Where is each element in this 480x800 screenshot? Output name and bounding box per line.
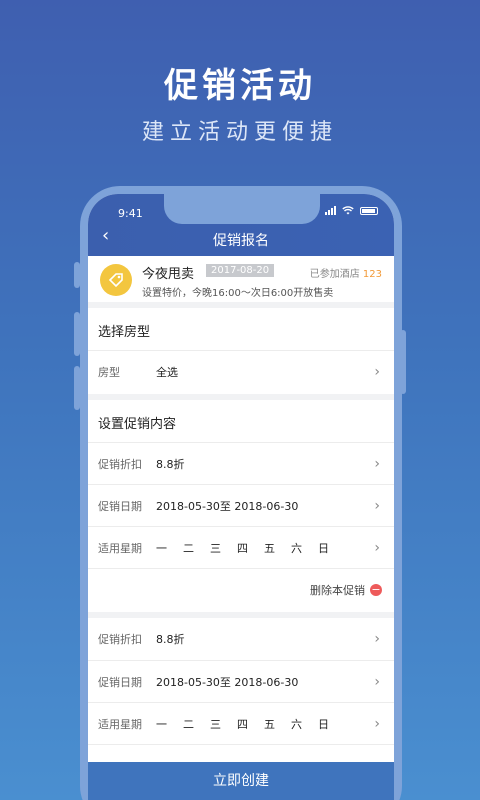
section-title-room: 选择房型 [98, 325, 151, 340]
wifi-icon [342, 206, 354, 215]
weekday-item[interactable]: 四 [237, 540, 248, 556]
weekday-item[interactable]: 日 [318, 716, 329, 732]
status-icons [325, 206, 378, 215]
discount-value: 8.8折 [156, 457, 185, 471]
joined-count: 123 [362, 269, 382, 280]
weekday-row[interactable]: 适用星期 一 二 三 四 五 六 日 › [88, 702, 394, 744]
room-type-row[interactable]: 房型 全选 › [88, 350, 394, 392]
discount-row[interactable]: 促销折扣 8.8折 › [88, 618, 394, 660]
date-value: 2018-05-30至 2018-06-30 [156, 675, 299, 689]
date-row[interactable]: 促销日期 2018-05-30至 2018-06-30 › [88, 660, 394, 702]
promo-content-section: 设置促销内容 促销折扣 8.8折 › 促销日期 2018-05-30至 2018… [88, 400, 394, 612]
create-button[interactable]: 立即创建 [88, 762, 394, 800]
discount-value: 8.8折 [156, 633, 185, 646]
weekday-item[interactable]: 二 [183, 716, 194, 732]
delete-promo-label: 删除本促销 [310, 584, 365, 597]
weekday-item[interactable]: 六 [291, 716, 302, 732]
weekday-item[interactable]: 一 [156, 540, 167, 556]
date-row[interactable]: 促销日期 2018-05-30至 2018-06-30 › [88, 484, 394, 526]
weekday-row[interactable]: 适用星期 一 二 三 四 五 六 日 › [88, 526, 394, 568]
chevron-right-icon: › [374, 716, 380, 732]
room-type-value: 全选 [156, 365, 178, 379]
date-value: 2018-05-30至 2018-06-30 [156, 499, 299, 513]
weekday-list: 一 二 三 四 五 六 日 [156, 540, 329, 556]
hero-subtitle: 建立活动更便捷 [141, 120, 338, 145]
weekday-label: 适用星期 [98, 541, 142, 555]
weekday-item[interactable]: 五 [264, 716, 275, 732]
minus-circle-icon: − [370, 583, 382, 596]
battery-icon [360, 206, 378, 215]
weekday-item[interactable]: 五 [264, 540, 275, 556]
chevron-right-icon: › [374, 674, 380, 690]
promo-date-badge: 2017-08-20 [206, 264, 275, 277]
weekday-label: 适用星期 [98, 717, 142, 731]
discount-row[interactable]: 促销折扣 8.8折 › [88, 442, 394, 484]
weekday-item[interactable]: 日 [318, 540, 329, 556]
phone-side-button [74, 262, 80, 288]
chevron-right-icon: › [374, 456, 380, 472]
chevron-right-icon: › [374, 498, 380, 514]
chevron-right-icon: › [374, 631, 380, 647]
chevron-right-icon: › [374, 540, 380, 556]
weekday-item[interactable]: 二 [183, 540, 194, 556]
delete-promo-button[interactable]: 删除本促销 − [310, 582, 382, 598]
signal-icon [325, 206, 336, 215]
page-title: 促销报名 [213, 233, 269, 249]
discount-label: 促销折扣 [98, 457, 142, 471]
room-section: 选择房型 房型 全选 › [88, 308, 394, 394]
joined-label: 已参加酒店 [309, 269, 360, 280]
date-label: 促销日期 [98, 499, 142, 513]
promo-name: 今夜甩卖 [142, 267, 195, 282]
weekday-list: 一 二 三 四 五 六 日 [156, 716, 329, 732]
joined-hotels: 已参加酒店 123 [310, 265, 382, 280]
chevron-right-icon: › [374, 364, 380, 380]
discount-label: 促销折扣 [98, 633, 142, 646]
promo-description: 设置特价，今晚16:00～次日6:00开放售卖 [142, 288, 334, 299]
hero-title: 促销活动 [164, 66, 316, 106]
promo-card[interactable]: 今夜甩卖 2017-08-20 已参加酒店 123 设置特价，今晚16:00～次… [88, 256, 394, 302]
weekday-item[interactable]: 三 [210, 716, 221, 732]
phone-side-button [400, 330, 406, 394]
phone-notch [164, 194, 320, 224]
room-type-label: 房型 [98, 365, 120, 379]
date-label: 促销日期 [98, 675, 142, 689]
status-time: 9:41 [118, 207, 143, 220]
delete-row: 删除本促销 − [88, 568, 394, 610]
tag-icon [100, 264, 132, 296]
weekday-item[interactable]: 三 [210, 540, 221, 556]
weekday-item[interactable]: 六 [291, 540, 302, 556]
weekday-item[interactable]: 四 [237, 716, 248, 732]
weekday-item[interactable]: 一 [156, 716, 167, 732]
phone-screen: 9:41 ‹ 促销报名 今夜甩卖 2017-08-20 已参加酒店 123 设置… [88, 194, 394, 800]
section-title-promo: 设置促销内容 [98, 417, 177, 432]
phone-side-button [74, 366, 80, 410]
phone-side-button [74, 312, 80, 356]
